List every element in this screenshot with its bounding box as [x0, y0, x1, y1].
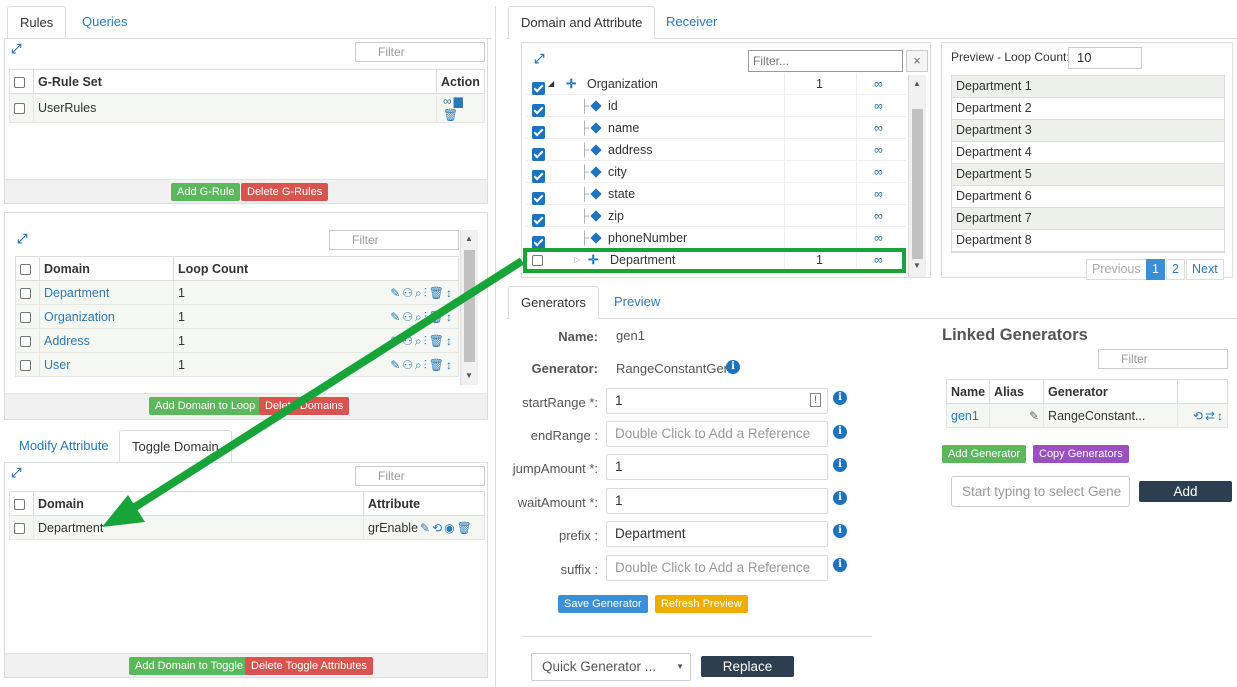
annotation-arrow [102, 257, 525, 527]
